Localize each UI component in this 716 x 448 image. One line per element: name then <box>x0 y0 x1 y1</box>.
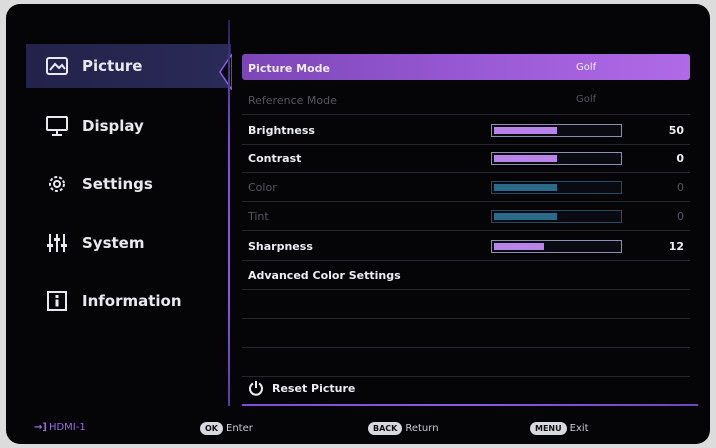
picture-mode-row[interactable]: Picture Mode Golf <box>242 54 690 80</box>
brightness-row[interactable]: Brightness 50 <box>242 116 690 145</box>
contrast-slider[interactable] <box>491 152 622 165</box>
osd-screen: Picture Display Settings System Informat… <box>6 4 710 444</box>
sharpness-slider[interactable] <box>491 240 622 253</box>
brightness-slider[interactable] <box>491 124 622 137</box>
advanced-color-settings-row[interactable]: Advanced Color Settings <box>242 261 690 290</box>
empty-row <box>242 319 690 348</box>
sliders-icon <box>44 231 70 255</box>
menu-hint: MENU Exit <box>530 422 589 435</box>
empty-row <box>242 348 690 377</box>
input-source-label: HDMI-1 <box>48 422 86 433</box>
tint-value: 0 <box>677 210 684 223</box>
sharpness-fill <box>494 243 544 250</box>
sidebar-item-settings[interactable]: Settings <box>26 162 226 206</box>
picture-mode-label: Picture Mode <box>248 62 330 75</box>
ok-key-icon: OK <box>200 422 223 435</box>
info-icon <box>44 289 70 313</box>
color-slider[interactable] <box>491 181 622 194</box>
color-label: Color <box>248 181 277 194</box>
bottom-divider <box>242 404 698 406</box>
sidebar-item-display[interactable]: Display <box>26 104 226 148</box>
sidebar-item-system[interactable]: System <box>26 221 226 265</box>
tint-slider[interactable] <box>491 210 622 223</box>
ok-hint: OK Enter <box>200 422 253 435</box>
brightness-value: 50 <box>668 124 684 137</box>
menu-hint-label: Exit <box>569 423 589 434</box>
contrast-fill <box>494 155 557 162</box>
sharpness-value: 12 <box>668 240 684 253</box>
tint-row[interactable]: Tint 0 <box>242 202 690 231</box>
tint-label: Tint <box>248 210 269 223</box>
contrast-value: 0 <box>676 152 684 165</box>
color-fill <box>494 184 557 191</box>
back-hint-label: Return <box>405 423 439 434</box>
reset-picture-label: Reset Picture <box>272 381 356 395</box>
empty-row <box>242 290 690 319</box>
sidebar-item-picture[interactable]: Picture <box>26 44 231 88</box>
back-hint: BACK Return <box>368 422 439 435</box>
menu-key-icon: MENU <box>530 422 567 435</box>
gear-icon <box>44 172 70 196</box>
sharpness-label: Sharpness <box>248 240 313 253</box>
ok-hint-label: Enter <box>226 423 253 434</box>
sidebar-item-label: System <box>82 234 145 252</box>
picture-icon <box>44 54 70 78</box>
input-arrow-icon: →] <box>34 422 47 433</box>
back-key-icon: BACK <box>368 422 403 435</box>
reference-mode-row[interactable]: Reference Mode Golf <box>242 86 690 115</box>
sidebar-item-label: Information <box>82 292 182 310</box>
contrast-row[interactable]: Contrast 0 <box>242 144 690 173</box>
sharpness-row[interactable]: Sharpness 12 <box>242 232 690 261</box>
reference-mode-label: Reference Mode <box>248 94 337 107</box>
footer: →] HDMI-1 OK Enter BACK Return MENU Exit <box>6 410 710 444</box>
color-value: 0 <box>677 181 684 194</box>
sidebar-item-label: Display <box>82 117 144 135</box>
vertical-divider <box>228 20 230 406</box>
advanced-color-settings-label: Advanced Color Settings <box>248 269 401 282</box>
brightness-label: Brightness <box>248 124 315 137</box>
reset-picture-button[interactable]: Reset Picture <box>248 380 355 396</box>
sidebar-item-label: Settings <box>82 175 153 193</box>
input-source-indicator: →] HDMI-1 <box>34 422 86 433</box>
sidebar-item-label: Picture <box>82 57 143 75</box>
sidebar: Picture Display Settings System Informat… <box>6 4 232 394</box>
contrast-label: Contrast <box>248 152 302 165</box>
picture-menu-panel: Picture Mode Golf Reference Mode Golf Br… <box>242 52 690 398</box>
sidebar-item-information[interactable]: Information <box>26 279 226 323</box>
power-reset-icon <box>248 380 264 396</box>
reference-mode-value: Golf <box>576 94 597 105</box>
monitor-icon <box>44 114 70 138</box>
tint-fill <box>494 213 557 220</box>
brightness-fill <box>494 127 557 134</box>
picture-mode-value: Golf <box>576 62 597 73</box>
color-row[interactable]: Color 0 <box>242 173 690 202</box>
